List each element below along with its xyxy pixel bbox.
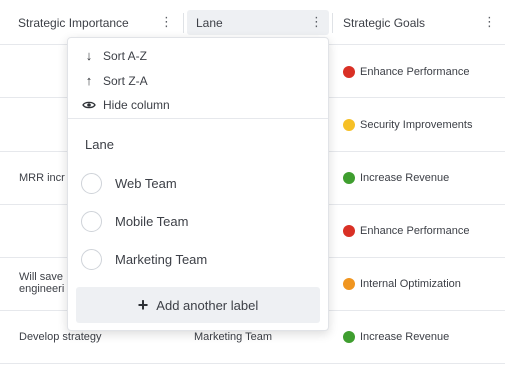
status-dot [343, 172, 355, 184]
goal-label: Enhance Performance [360, 66, 470, 78]
column-header-label: Strategic Importance [18, 15, 129, 30]
status-dot [343, 225, 355, 237]
hide-column-label: Hide column [103, 98, 170, 112]
column-header-label: Strategic Goals [343, 15, 426, 30]
radio-button[interactable] [81, 211, 102, 232]
status-dot [343, 331, 355, 343]
goal-label: Increase Revenue [360, 172, 450, 184]
column-header-lane[interactable]: Lane ⋮ [187, 10, 329, 35]
arrow-up-icon: ↑ [85, 73, 93, 88]
goal-cell[interactable]: Increase Revenue [343, 172, 449, 184]
status-dot [343, 119, 355, 131]
eye-icon [82, 100, 96, 110]
lane-option-label: Web Team [115, 176, 177, 191]
radio-button[interactable] [81, 173, 102, 194]
radio-button[interactable] [81, 249, 102, 270]
plus-icon: + [137, 295, 149, 315]
sort-za-item[interactable]: ↑ Sort Z-A [82, 73, 148, 88]
lane-option-web-team[interactable]: Web Team [81, 173, 177, 194]
status-dot [343, 66, 355, 78]
sort-za-label: Sort Z-A [103, 73, 148, 88]
goal-cell[interactable]: Enhance Performance [343, 66, 469, 78]
lane-option-marketing-team[interactable]: Marketing Team [81, 249, 207, 270]
importance-cell[interactable]: MRR incr [19, 172, 65, 184]
add-another-label-button[interactable]: + Add another label [76, 287, 320, 323]
column-header-strategic-goals[interactable]: Strategic Goals ⋮ [334, 10, 502, 35]
lane-option-label: Mobile Team [115, 214, 189, 229]
goal-label: Enhance Performance [360, 225, 470, 237]
status-dot [343, 278, 355, 290]
sort-az-item[interactable]: ↓ Sort A-Z [82, 48, 147, 63]
column-divider[interactable] [183, 13, 184, 33]
column-options-popup: ↓ Sort A-Z ↑ Sort Z-A Hide column Lane W… [67, 37, 329, 331]
hide-column-item[interactable]: Hide column [82, 98, 170, 112]
menu-divider [68, 118, 328, 119]
importance-cell[interactable]: Will save engineeri [19, 271, 64, 295]
column-header-label: Lane [196, 15, 223, 30]
add-label-text: Add another label [156, 297, 259, 313]
goal-label: Increase Revenue [360, 331, 450, 343]
column-header-strategic-importance[interactable]: Strategic Importance ⋮ [9, 10, 179, 35]
sort-az-label: Sort A-Z [103, 48, 148, 63]
more-vertical-icon[interactable]: ⋮ [310, 15, 323, 29]
goal-cell[interactable]: Internal Optimization [343, 278, 461, 290]
lane-section-title: Lane [85, 137, 114, 152]
more-vertical-icon[interactable]: ⋮ [483, 15, 496, 29]
goal-label: Internal Optimization [360, 278, 461, 290]
lane-option-label: Marketing Team [115, 252, 208, 267]
more-vertical-icon[interactable]: ⋮ [160, 15, 173, 29]
importance-cell[interactable]: Develop strategy [19, 331, 102, 343]
goal-cell[interactable]: Increase Revenue [343, 331, 449, 343]
lane-cell[interactable]: Marketing Team [194, 331, 272, 343]
lane-option-mobile-team[interactable]: Mobile Team [81, 211, 188, 232]
goal-cell[interactable]: Enhance Performance [343, 225, 469, 237]
column-divider[interactable] [332, 13, 333, 33]
arrow-down-icon: ↓ [85, 48, 93, 63]
goal-label: Security Improvements [360, 119, 473, 131]
goal-cell[interactable]: Security Improvements [343, 119, 472, 131]
